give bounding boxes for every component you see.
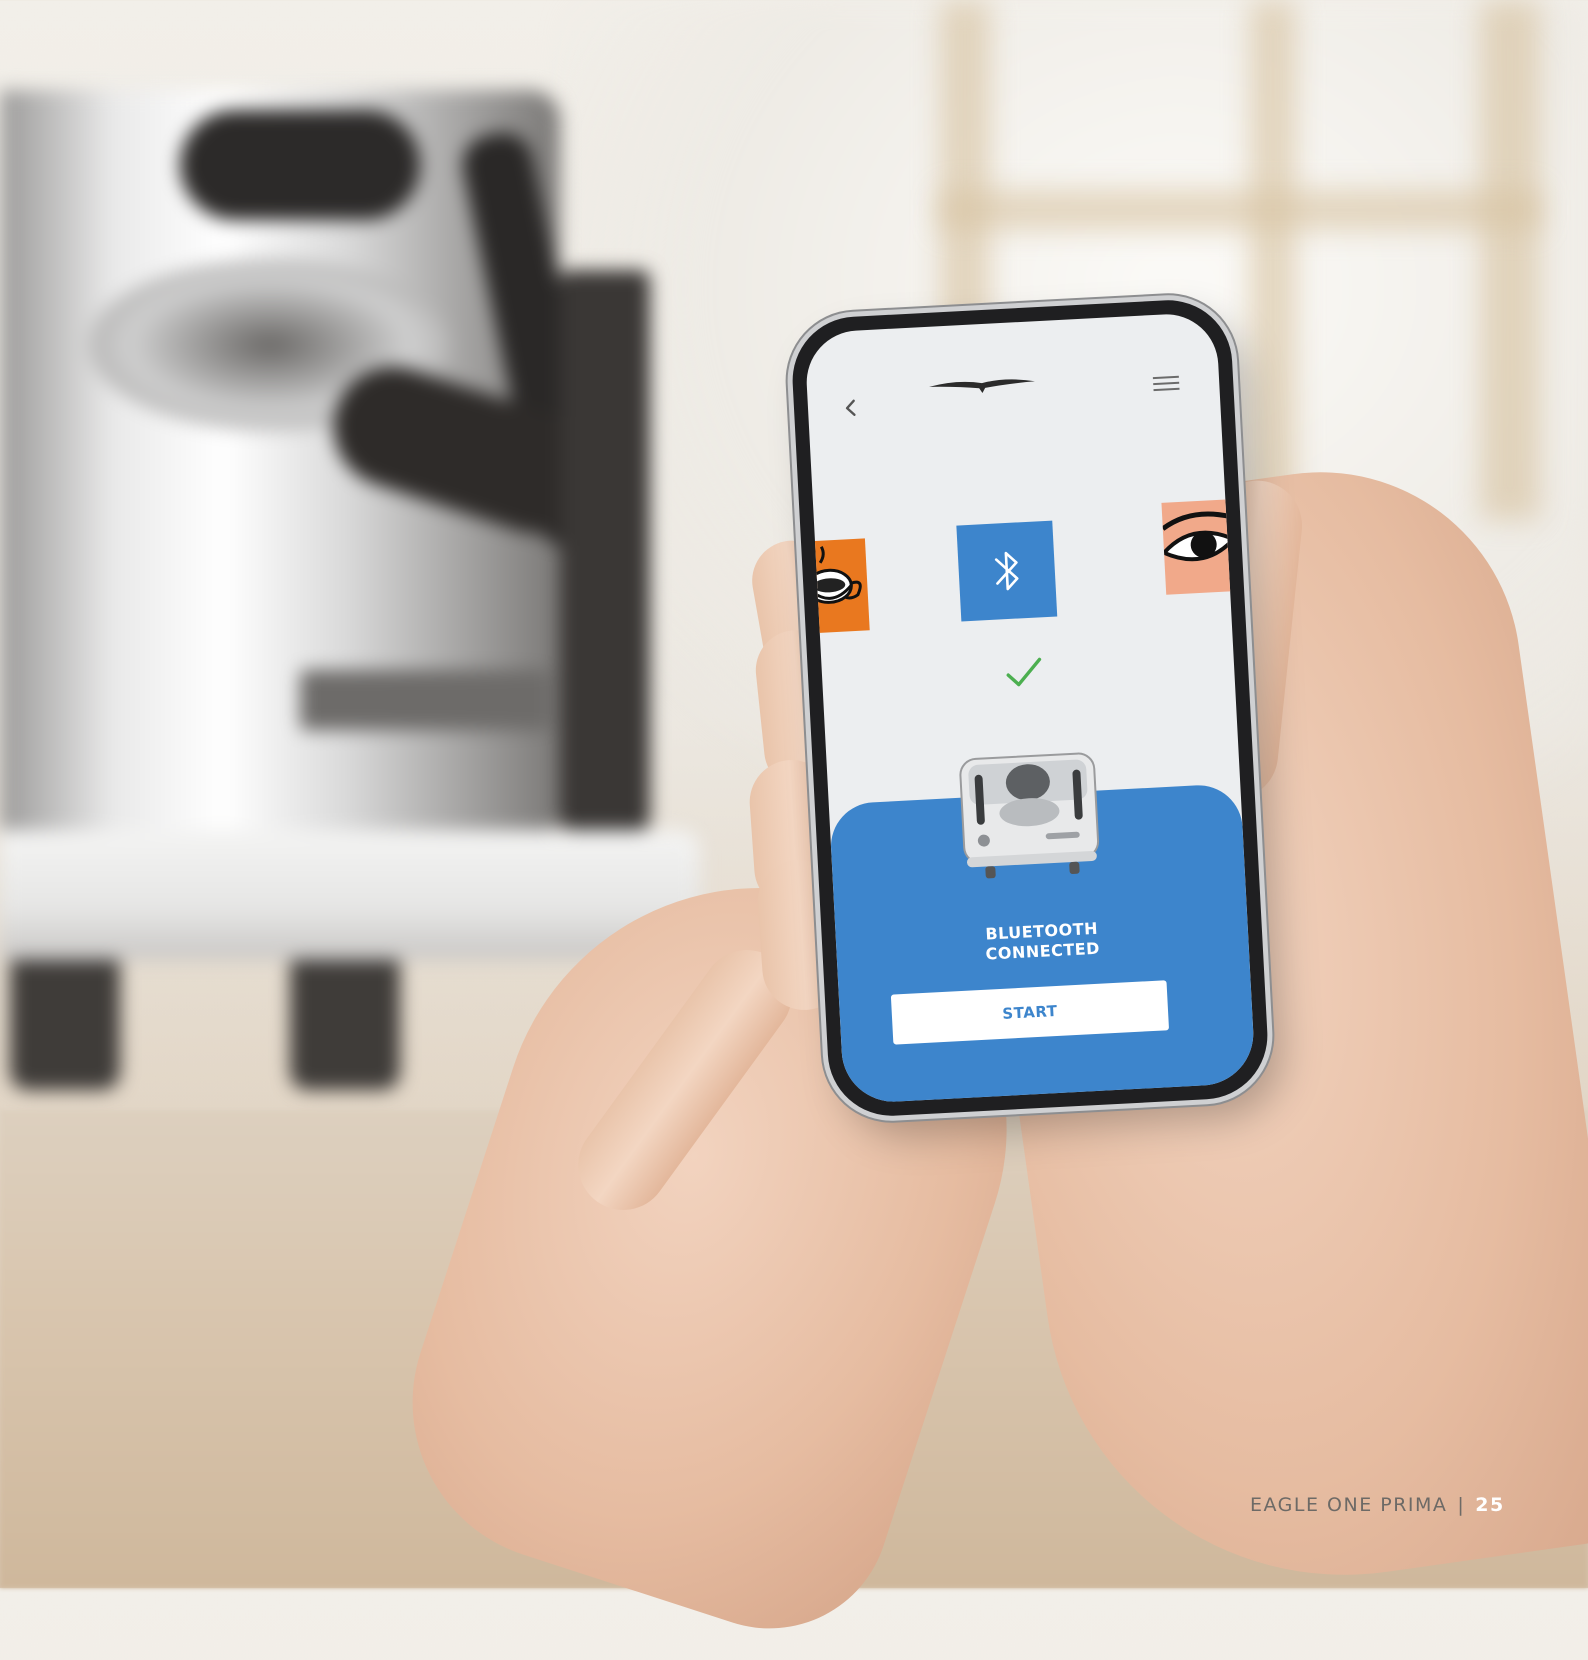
page-number: 25 (1475, 1494, 1505, 1516)
chevron-left-icon (845, 399, 856, 416)
check-icon (1006, 657, 1042, 687)
background-chair (1250, 0, 1296, 520)
phone-screen: BLUETOOTH CONNECTED START (804, 311, 1256, 1105)
smartphone: BLUETOOTH CONNECTED START (789, 297, 1271, 1119)
hamburger-menu-icon (1152, 375, 1180, 392)
back-button[interactable] (835, 392, 867, 424)
eye-artwork (1161, 499, 1237, 595)
coffee-cup-icon (805, 545, 862, 604)
bluetooth-icon (994, 551, 1019, 591)
page-footer: EAGLE ONE PRIMA | 25 (1250, 1494, 1505, 1516)
bluetooth-tile (956, 520, 1058, 622)
app-header (804, 312, 1222, 453)
footer-title: EAGLE ONE PRIMA (1250, 1494, 1448, 1516)
background-chair (1480, 0, 1540, 520)
brand-wing-logo (929, 379, 1035, 394)
phone-frame: BLUETOOTH CONNECTED START (789, 297, 1271, 1119)
menu-button[interactable] (1152, 372, 1180, 395)
eye-icon (1161, 511, 1237, 562)
background-chair (940, 190, 1540, 230)
coffee-cup-artwork (804, 538, 870, 634)
espresso-machine-image (959, 752, 1100, 879)
photo-scene: BLUETOOTH CONNECTED START EAGLE ONE PRIM… (0, 0, 1588, 1660)
footer-separator: | (1457, 1494, 1466, 1516)
